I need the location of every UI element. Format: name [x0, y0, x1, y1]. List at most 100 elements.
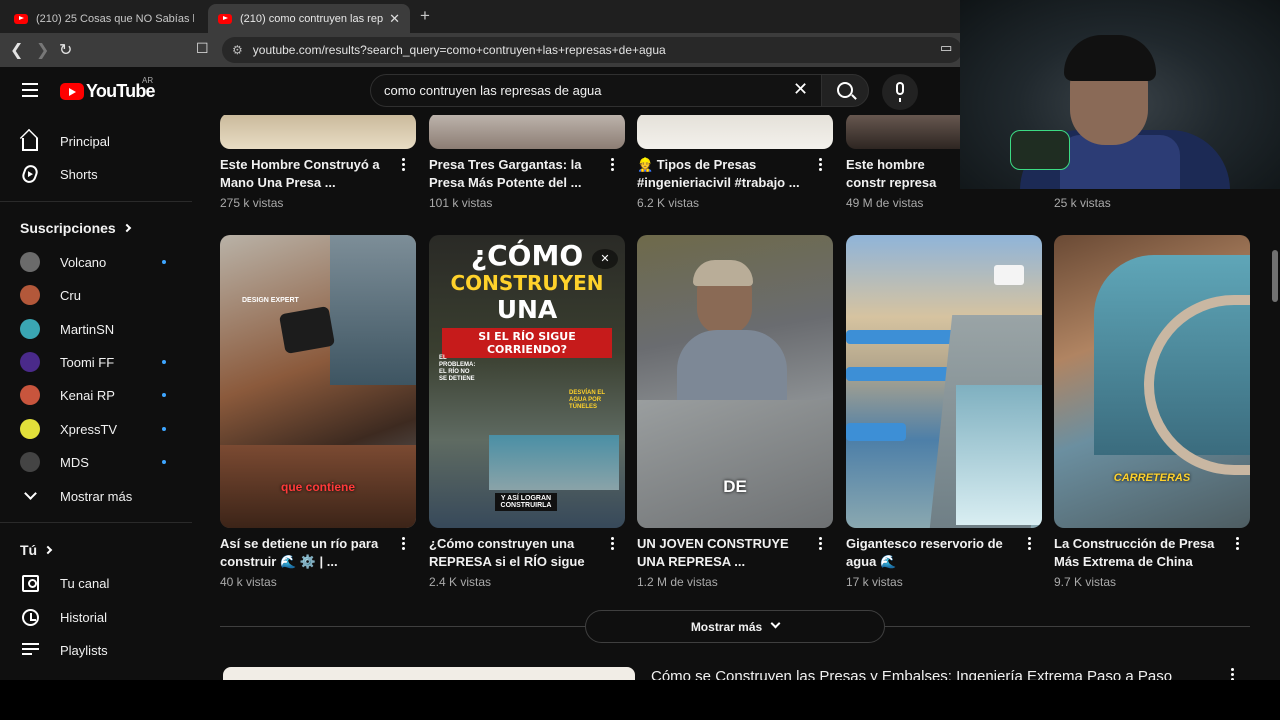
short-card[interactable]: ¿CÓMO CONSTRUYEN UNA REPRESA SI EL RÍO S…	[429, 235, 625, 589]
chevron-down-icon	[770, 618, 781, 629]
sidebar-item-label: Cru	[60, 287, 81, 303]
cast-icon[interactable]: ▭	[940, 40, 952, 56]
sidebar-sub-xpresstv[interactable]: XpressTV	[0, 412, 192, 446]
new-content-dot	[162, 393, 166, 397]
video-thumbnail[interactable]: ¿CÓMO CONSTRUYEN UNA REPRESA SI EL RÍO S…	[429, 235, 625, 528]
sidebar-item-your-channel[interactable]: Tu canal	[0, 566, 192, 600]
youtube-favicon-icon	[14, 13, 28, 24]
sidebar-item-shorts[interactable]: Shorts	[0, 157, 192, 191]
bookmark-icon[interactable]: ☐	[196, 40, 209, 57]
thumbnail-headline: CONSTRUYEN	[450, 271, 604, 295]
mute-icon[interactable]: ✕	[592, 249, 618, 269]
more-options-icon[interactable]	[402, 537, 406, 551]
sidebar-show-more[interactable]: Mostrar más	[0, 479, 192, 513]
youtube-play-icon	[60, 83, 84, 100]
tab-title: (210) como contruyen las represas	[240, 12, 384, 25]
thumbnail-caption: Y ASÍ LOGRAN CONSTRUIRLA	[495, 493, 557, 511]
sidebar-item-label: XpressTV	[60, 421, 118, 437]
url-field[interactable]: ⚙ youtube.com/results?search_query=como+…	[222, 37, 962, 63]
sidebar-item-label: Shorts	[60, 166, 98, 182]
forward-icon[interactable]: ❯	[36, 40, 49, 60]
video-thumbnail[interactable]: DESIGN EXPERT que contiene	[220, 235, 416, 528]
sidebar-sub-kenai[interactable]: Kenai RP	[0, 378, 192, 412]
scrollbar[interactable]	[1272, 250, 1278, 302]
sidebar-sub-volcano[interactable]: Volcano	[0, 245, 192, 279]
more-options-icon[interactable]	[611, 158, 615, 172]
video-title[interactable]: 👷 Tipos de Presas #ingenieriacivil #trab…	[637, 156, 805, 192]
short-card[interactable]: CARRETERAS La Construcción de Presa Más …	[1054, 235, 1250, 589]
search-input[interactable]: como contruyen las represas de agua	[370, 74, 825, 107]
more-options-icon[interactable]	[611, 537, 615, 551]
video-title[interactable]: Gigantesco reservorio de agua 🌊	[846, 535, 1014, 571]
site-info-icon[interactable]: ⚙	[232, 43, 243, 57]
overlay-text: DESIGN EXPERT	[242, 297, 299, 304]
avatar	[20, 352, 40, 372]
video-title[interactable]: La Construcción de Presa Más Extrema de …	[1054, 535, 1222, 571]
search-button[interactable]	[821, 74, 869, 107]
view-count: 9.7 K vistas	[1054, 575, 1117, 589]
youtube-logo[interactable]: YouTube AR	[60, 76, 156, 102]
divider	[220, 626, 585, 627]
webcam-overlay	[960, 0, 1280, 189]
avatar	[20, 452, 40, 472]
voice-search-button[interactable]	[882, 74, 918, 110]
sidebar-item-history[interactable]: Historial	[0, 600, 192, 634]
browser-tab-2[interactable]: (210) como contruyen las represas ✕	[208, 4, 410, 33]
more-options-icon[interactable]	[1231, 668, 1235, 680]
sidebar-item-label: Historial	[60, 609, 107, 625]
show-more-button[interactable]: Mostrar más	[585, 610, 885, 643]
video-thumbnail[interactable]	[220, 115, 416, 149]
search-results: Este Hombre Construyó a Mano Una Presa .…	[192, 115, 1280, 680]
video-thumbnail[interactable]: CARRETERAS	[1054, 235, 1250, 528]
sidebar-item-playlists[interactable]: Playlists	[0, 633, 192, 667]
thumbnail-caption: DE	[723, 477, 747, 496]
video-thumbnail[interactable]	[637, 115, 833, 149]
avatar	[20, 385, 40, 405]
video-title[interactable]: UN JOVEN CONSTRUYE UNA REPRESA ...	[637, 535, 805, 571]
more-options-icon[interactable]	[819, 158, 823, 172]
video-title[interactable]: Así se detiene un río para construir 🌊 ⚙…	[220, 535, 388, 571]
sidebar-sub-martinsn[interactable]: MartinSN	[0, 312, 192, 346]
sidebar-sub-toomi[interactable]: Toomi FF	[0, 345, 192, 379]
video-title[interactable]: Este Hombre Construyó a Mano Una Presa .…	[220, 156, 388, 192]
view-count: 2.4 K vistas	[429, 575, 492, 589]
more-options-icon[interactable]	[1028, 537, 1032, 551]
video-thumbnail[interactable]: DE	[637, 235, 833, 528]
clear-search-icon[interactable]: ✕	[793, 79, 808, 100]
more-options-icon[interactable]	[402, 158, 406, 172]
avatar	[20, 252, 40, 272]
sidebar-sub-mds[interactable]: MDS	[0, 445, 192, 479]
video-thumbnail[interactable]	[846, 235, 1042, 528]
new-tab-icon[interactable]: +	[420, 6, 430, 26]
sidebar-item-label: Kenai RP	[60, 387, 115, 403]
history-icon	[21, 608, 39, 626]
close-tab-icon[interactable]: ✕	[389, 11, 400, 27]
view-count: 40 k vistas	[220, 575, 277, 589]
reload-icon[interactable]: ↻	[59, 40, 72, 60]
sidebar-item-label: Volcano	[60, 254, 107, 270]
menu-icon[interactable]	[22, 83, 38, 97]
sidebar-item-home[interactable]: Principal	[0, 124, 192, 158]
video-title[interactable]: Este hombre constr represa hidraulica c	[846, 156, 956, 192]
back-icon[interactable]: ❮	[10, 40, 23, 60]
more-options-icon[interactable]	[1236, 537, 1240, 551]
browser-tab-1[interactable]: (210) 25 Cosas que NO Sabías hace 5	[4, 4, 204, 33]
sidebar-sub-cru[interactable]: Cru	[0, 278, 192, 312]
short-card[interactable]: 👷 Tipos de Presas #ingenieriacivil #trab…	[637, 115, 833, 210]
video-title[interactable]: ¿Cómo construyen una REPRESA si el RÍO s…	[429, 535, 597, 571]
short-card[interactable]: DESIGN EXPERT que contiene Así se detien…	[220, 235, 416, 589]
subscriptions-heading[interactable]: Suscripciones	[20, 220, 131, 236]
video-thumbnail[interactable]	[223, 667, 635, 680]
you-heading[interactable]: Tú	[20, 542, 53, 558]
short-card[interactable]: DE UN JOVEN CONSTRUYE UNA REPRESA ... 1.…	[637, 235, 833, 589]
sidebar-item-label: Principal	[60, 133, 110, 149]
video-title[interactable]: Presa Tres Gargantas: la Presa Más Poten…	[429, 156, 597, 192]
shorts-icon	[20, 163, 40, 185]
video-title[interactable]: Cómo se Construyen las Presas y Embalses…	[651, 668, 1172, 680]
video-thumbnail[interactable]	[429, 115, 625, 149]
tab-title: (210) 25 Cosas que NO Sabías hace 5	[36, 12, 194, 25]
short-card[interactable]: Gigantesco reservorio de agua 🌊 17 k vis…	[846, 235, 1042, 589]
short-card[interactable]: Presa Tres Gargantas: la Presa Más Poten…	[429, 115, 625, 210]
short-card[interactable]: Este Hombre Construyó a Mano Una Presa .…	[220, 115, 416, 210]
more-options-icon[interactable]	[819, 537, 823, 551]
